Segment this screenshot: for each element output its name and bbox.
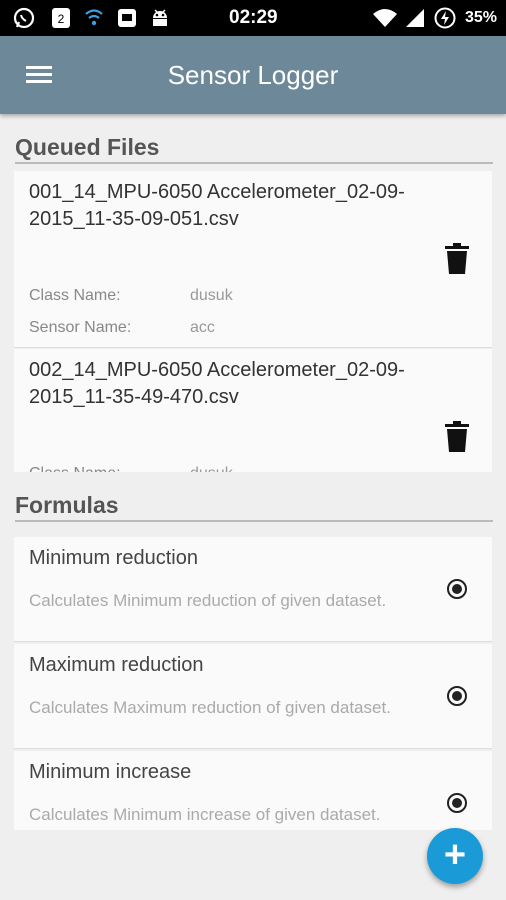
- formula-item[interactable]: Minimum reduction Calculates Minimum red…: [14, 537, 492, 642]
- formula-item[interactable]: Maximum reduction Calculates Maximum red…: [14, 644, 492, 749]
- queued-files-heading: Queued Files: [15, 134, 160, 160]
- section-divider: [15, 520, 493, 522]
- file-name: 002_14_MPU-6050 Accelerometer_02-09-2015…: [29, 359, 405, 408]
- app-bar: Sensor Logger: [0, 36, 506, 114]
- class-name-label: Class Name:: [29, 287, 121, 304]
- notification-count-icon: 2: [50, 6, 72, 30]
- queued-file-card[interactable]: 002_14_MPU-6050 Accelerometer_02-09-2015…: [14, 349, 492, 472]
- app-title: Sensor Logger: [167, 60, 339, 90]
- class-name-label: Class Name:: [29, 465, 121, 472]
- formula-name: Minimum increase: [29, 761, 192, 783]
- formula-radio-button[interactable]: [447, 793, 467, 813]
- android-icon: [148, 6, 172, 30]
- formula-radio-button[interactable]: [447, 579, 467, 599]
- wifi-calling-icon: [84, 6, 104, 30]
- sensor-name-value: acc: [190, 319, 215, 336]
- sensor-name-label: Sensor Name:: [29, 319, 132, 336]
- wifi-icon: [372, 6, 398, 30]
- formula-description: Calculates Maximum reduction of given da…: [29, 698, 391, 717]
- formula-description: Calculates Minimum increase of given dat…: [29, 805, 381, 824]
- formula-radio-button[interactable]: [447, 686, 467, 706]
- trash-icon[interactable]: [444, 243, 474, 277]
- svg-text:2: 2: [58, 12, 65, 26]
- battery-icon: [433, 6, 457, 30]
- status-bar: 2 02:29 35%: [0, 0, 506, 36]
- trash-icon[interactable]: [444, 421, 474, 455]
- status-time: 02:29: [229, 7, 278, 28]
- add-fab-button[interactable]: +: [427, 828, 483, 884]
- queued-file-card[interactable]: 001_14_MPU-6050 Accelerometer_02-09-2015…: [14, 171, 492, 348]
- formula-item[interactable]: Minimum increase Calculates Minimum incr…: [14, 751, 492, 830]
- plus-icon: +: [443, 834, 467, 876]
- formula-description: Calculates Minimum reduction of given da…: [29, 591, 387, 610]
- queued-files-list[interactable]: 001_14_MPU-6050 Accelerometer_02-09-2015…: [14, 171, 492, 472]
- signal-icon: [404, 6, 426, 30]
- formulas-list[interactable]: Minimum reduction Calculates Minimum red…: [14, 537, 492, 830]
- shield-icon: [116, 6, 138, 30]
- section-divider: [15, 162, 493, 164]
- whatsapp-icon: [12, 6, 36, 30]
- formula-name: Minimum reduction: [29, 547, 198, 569]
- class-name-value: dusuk: [190, 287, 233, 304]
- formulas-heading: Formulas: [15, 492, 119, 518]
- file-name: 001_14_MPU-6050 Accelerometer_02-09-2015…: [29, 181, 405, 230]
- formula-name: Maximum reduction: [29, 654, 204, 676]
- battery-percentage: 35%: [465, 9, 498, 26]
- class-name-value: dusuk: [190, 465, 233, 472]
